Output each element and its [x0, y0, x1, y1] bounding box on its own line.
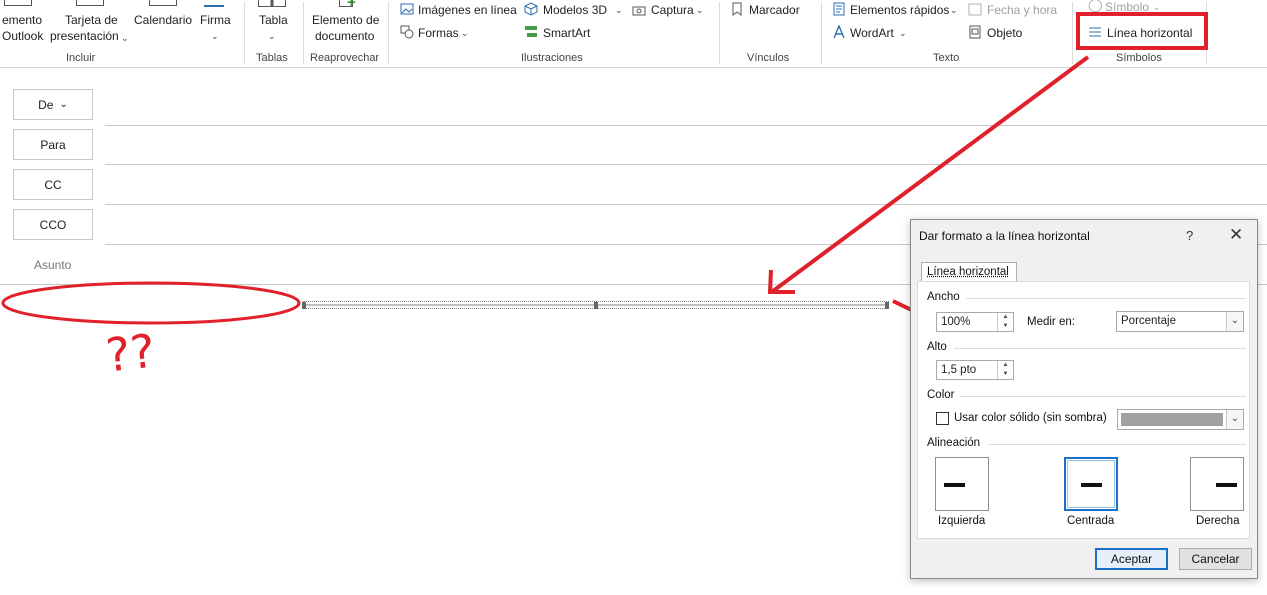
spinner-arrows[interactable]: ▲ ▼ [997, 361, 1013, 379]
width-spinner[interactable]: 100% ▲ ▼ [936, 312, 1014, 332]
align-center-label: Centrada [1067, 515, 1115, 527]
spinner-arrows[interactable]: ▲ ▼ [997, 313, 1013, 331]
annotation-ellipse [1, 281, 301, 325]
align-left-option[interactable] [935, 457, 989, 511]
measure-in-value: Porcentaje [1121, 315, 1176, 327]
width-value: 100% [941, 316, 971, 328]
color-section-label: Color [927, 389, 955, 401]
align-center-option[interactable] [1064, 457, 1118, 511]
medir-label: Medir en: [1027, 316, 1075, 328]
height-value: 1,5 pto [941, 364, 977, 376]
align-right-option[interactable] [1190, 457, 1244, 511]
color-picker[interactable]: ⌄ [1117, 409, 1244, 430]
align-center-icon [1081, 483, 1102, 487]
solid-color-checkbox[interactable] [936, 412, 949, 425]
section-divider [988, 444, 1246, 445]
close-icon[interactable]: ✕ [1229, 225, 1243, 245]
tab-label: Línea horizontal [927, 266, 1009, 278]
chevron-down-icon: ⌄ [1226, 312, 1243, 331]
format-horizontal-line-dialog: Dar formato a la línea horizontal ? ✕ Lí… [910, 219, 1258, 579]
color-swatch [1121, 413, 1223, 426]
measure-in-select[interactable]: Porcentaje ⌄ [1116, 311, 1244, 332]
solid-color-label: Usar color sólido (sin sombra) [954, 412, 1107, 424]
alineacion-section-label: Alineación [927, 437, 981, 449]
dialog-title: Dar formato a la línea horizontal [919, 229, 1090, 243]
height-spinner[interactable]: 1,5 pto ▲ ▼ [936, 360, 1014, 380]
chevron-down-icon: ⌄ [1226, 410, 1243, 429]
accept-label: Aceptar [1110, 552, 1153, 566]
section-divider [960, 396, 1246, 397]
ancho-section-label: Ancho [927, 291, 960, 303]
annotation-question-marks: ?? [103, 323, 158, 383]
section-divider [954, 348, 1246, 349]
tab-linea-horizontal[interactable]: Línea horizontal [921, 262, 1017, 281]
align-right-icon [1216, 483, 1237, 487]
accept-button[interactable]: Aceptar [1095, 548, 1168, 570]
align-right-label: Derecha [1196, 515, 1240, 527]
align-left-label: Izquierda [938, 515, 986, 527]
help-button[interactable]: ? [1186, 228, 1193, 243]
tab-panel: Ancho 100% ▲ ▼ Medir en: Porcentaje ⌄ Alt… [917, 281, 1250, 539]
highlight-box [1076, 12, 1208, 50]
section-divider [966, 298, 1246, 299]
cancel-button[interactable]: Cancelar [1179, 548, 1252, 570]
align-left-icon [944, 483, 965, 487]
cancel-label: Cancelar [1191, 552, 1240, 566]
alto-section-label: Alto [927, 341, 947, 353]
